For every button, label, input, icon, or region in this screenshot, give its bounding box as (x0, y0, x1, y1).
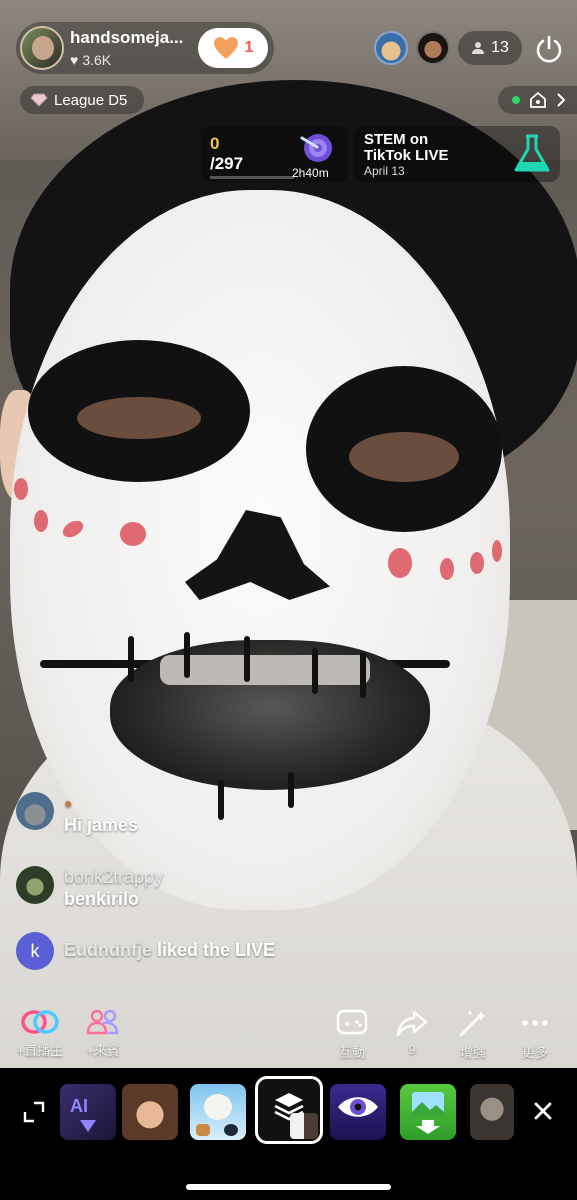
home-indicator (186, 1184, 391, 1190)
goal-progress-bar (210, 176, 294, 179)
promo-date: April 13 (364, 164, 405, 178)
share-count: 9 (408, 1042, 416, 1057)
effect-mask[interactable] (470, 1084, 514, 1140)
guest-button[interactable]: +來賓 (75, 1008, 131, 1059)
more-label: 更多 (521, 1045, 548, 1060)
heart-icon (213, 37, 238, 59)
co-host-label: +直播主 (16, 1043, 64, 1058)
more-button[interactable]: 更多 (507, 1008, 563, 1061)
league-label: League D5 (54, 91, 128, 109)
stem-promo-banner[interactable]: STEM on TikTok LIVE April 13 (354, 126, 560, 182)
expand-icon[interactable] (22, 1100, 46, 1124)
add-guests-icon (86, 1009, 119, 1035)
chat-message-text: benkirilo (64, 889, 140, 909)
live-status-pill[interactable] (498, 86, 577, 114)
host-likes: ♥ 3.6K (70, 52, 112, 68)
chat-username[interactable]: Eudndnfje (64, 940, 152, 960)
diamond-icon (30, 93, 48, 107)
effect-image-download[interactable] (400, 1084, 456, 1140)
effect-goat[interactable] (190, 1084, 246, 1140)
host-avatar[interactable] (20, 26, 64, 70)
flask-icon (514, 134, 550, 172)
follow-count: 1 (244, 39, 254, 56)
chat-avatar[interactable] (16, 866, 54, 904)
live-indicator-dot (512, 96, 520, 104)
magic-wand-icon (459, 1011, 486, 1037)
chat-message[interactable]: k Eudndnfje liked the LIVE (16, 932, 275, 970)
person-icon (472, 42, 485, 54)
share-arrow-icon (396, 1010, 428, 1037)
skull-eye-left (28, 340, 250, 482)
goal-time-left: 2h40m (292, 166, 329, 180)
host-name: handsomeja... (70, 28, 184, 47)
power-icon (536, 35, 562, 63)
chat-username[interactable]: bonk2trappy (64, 866, 163, 888)
share-button[interactable]: 9 (384, 1008, 440, 1057)
heart-icon: ♥ (70, 52, 79, 68)
promo-title: STEM on TikTok LIVE (364, 131, 449, 164)
end-live-button[interactable] (530, 30, 568, 68)
viewer-count-button[interactable]: 13 (458, 31, 522, 65)
effect-layers-selected[interactable] (255, 1076, 323, 1144)
interact-label: 互動 (338, 1045, 365, 1060)
interact-icon (336, 1009, 368, 1035)
chat-message-text: Hi james (64, 815, 139, 835)
co-host-button[interactable]: +直播主 (12, 1008, 68, 1059)
live-goal-widget[interactable]: 0 /297 2h40m (202, 126, 348, 182)
gift-monkey-icon: ● (64, 795, 73, 811)
ai-effect-icon: AI (70, 1096, 88, 1116)
chevron-right-icon (557, 93, 566, 107)
follow-button[interactable]: 1 (198, 28, 268, 68)
chat-message-text: liked the LIVE (152, 940, 276, 960)
eye-icon (338, 1097, 378, 1117)
chat-message[interactable]: bonk2trappy benkirilo (16, 866, 163, 910)
link-rings-icon (21, 1010, 59, 1034)
top-viewer-avatar[interactable] (374, 31, 408, 65)
host-info-pill[interactable]: handsomeja... ♥ 3.6K 1 (16, 22, 274, 74)
effect-ai[interactable]: AI (60, 1084, 116, 1140)
home-icon (530, 91, 546, 108)
chat-avatar[interactable] (16, 792, 54, 830)
effect-eye[interactable] (330, 1084, 386, 1140)
target-dart-icon (300, 134, 332, 162)
goal-current: 0 (210, 134, 220, 153)
enhance-button[interactable]: 增強 (445, 1008, 501, 1061)
skull-eye-right (306, 366, 502, 532)
guest-label: +來賓 (86, 1043, 120, 1058)
league-badge[interactable]: League D5 (20, 86, 144, 114)
image-download-icon (412, 1092, 444, 1134)
close-icon[interactable] (532, 1100, 554, 1122)
goal-total: /297 (210, 154, 244, 173)
top-viewer-avatar[interactable] (416, 31, 450, 65)
viewer-count: 13 (491, 39, 509, 56)
chat-message[interactable]: ● Hi james (16, 792, 138, 836)
effect-cartoon-girl[interactable] (122, 1084, 178, 1140)
interact-button[interactable]: 互動 (324, 1008, 380, 1061)
enhance-label: 增強 (459, 1045, 486, 1060)
chat-avatar[interactable]: k (16, 932, 54, 970)
more-dots-icon (522, 1020, 548, 1026)
effect-preview-thumbnail (290, 1113, 318, 1139)
